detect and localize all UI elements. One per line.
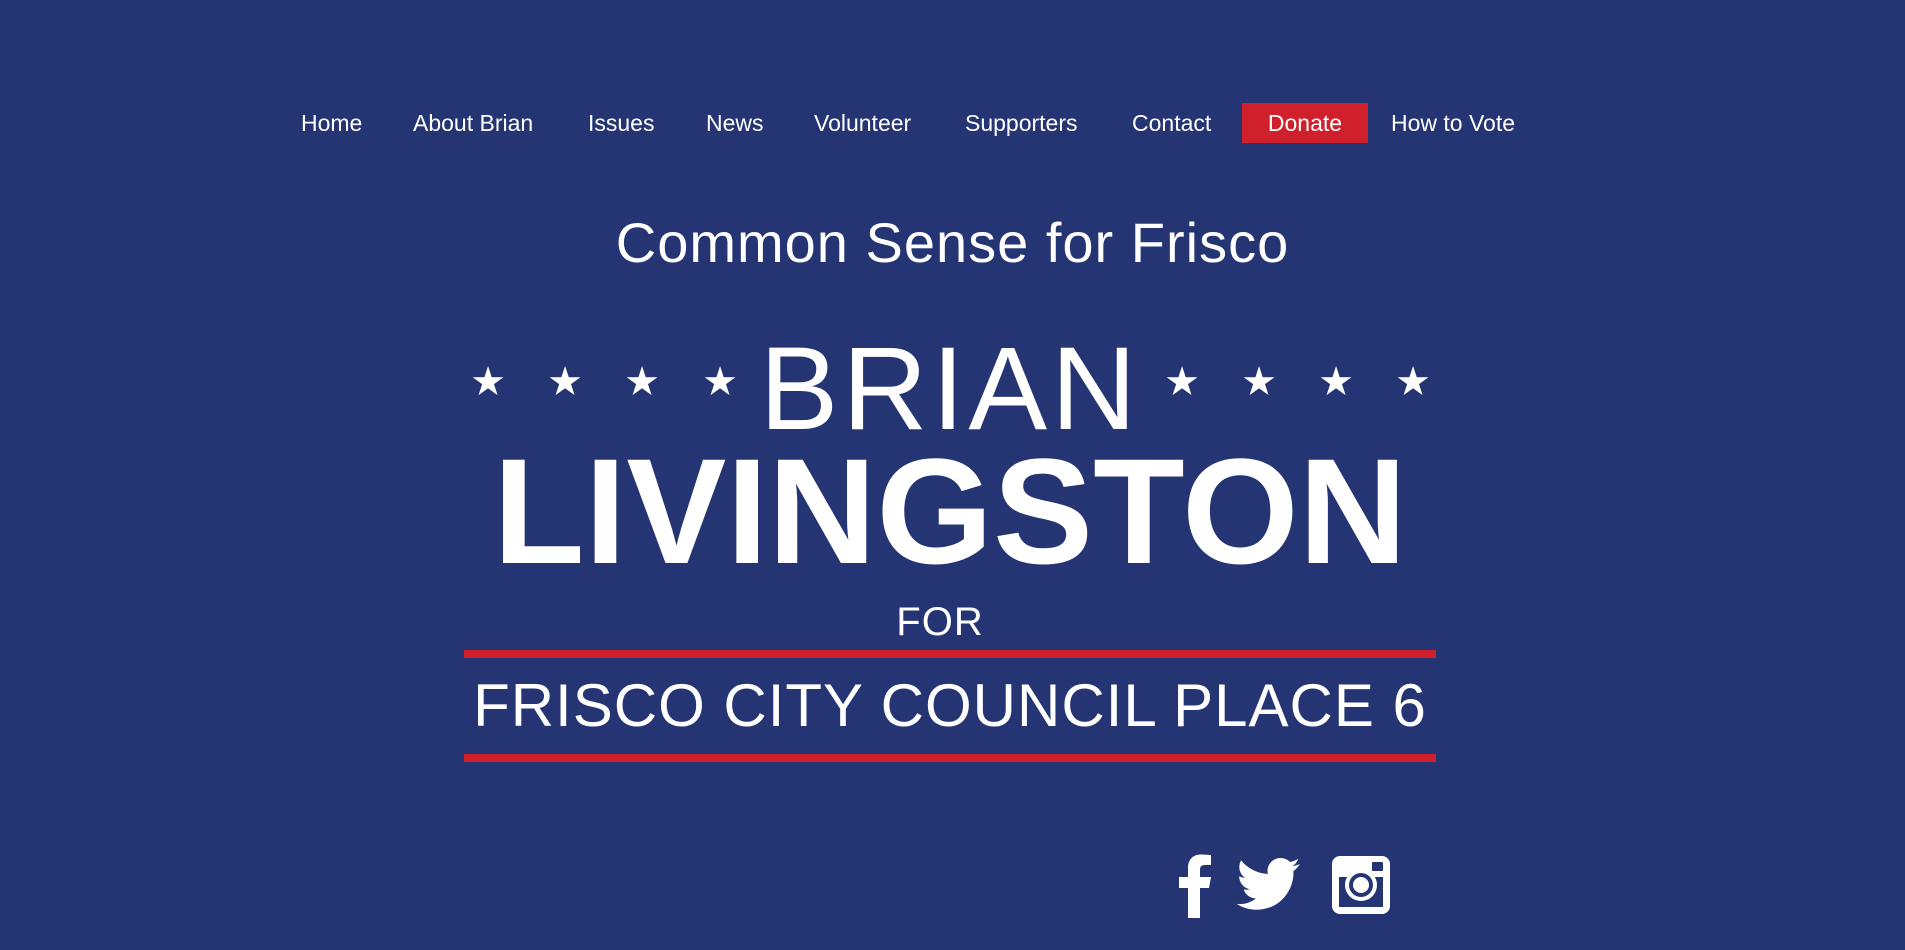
twitter-icon[interactable] — [1236, 850, 1306, 920]
instagram-icon[interactable] — [1328, 850, 1398, 920]
facebook-icon[interactable] — [1160, 850, 1230, 920]
star-icon: ★ — [1318, 360, 1354, 404]
star-icon: ★ — [1241, 360, 1277, 404]
campaign-logo: ★ ★ ★ ★ BRIAN ★ ★ ★ ★ LIVINGSTON FOR FRI… — [460, 320, 1440, 770]
nav-item-about-brian[interactable]: About Brian — [413, 103, 533, 143]
candidate-last-name: LIVINGSTON — [493, 427, 1407, 595]
nav-item-issues[interactable]: Issues — [588, 103, 654, 143]
top-divider — [464, 650, 1436, 658]
page: Home About Brian Issues News Volunteer S… — [0, 0, 1905, 950]
nav-item-home[interactable]: Home — [301, 103, 362, 143]
office-title: FRISCO CITY COUNCIL PLACE 6 — [473, 672, 1427, 739]
nav-item-news[interactable]: News — [706, 103, 764, 143]
bottom-divider — [464, 754, 1436, 762]
tagline: Common Sense for Frisco — [615, 211, 1290, 274]
nav-item-contact[interactable]: Contact — [1132, 103, 1211, 143]
nav-item-volunteer[interactable]: Volunteer — [814, 103, 911, 143]
nav-item-how-to-vote[interactable]: How to Vote — [1391, 103, 1515, 143]
donate-button[interactable]: Donate — [1242, 103, 1368, 143]
for-label: FOR — [896, 600, 984, 644]
star-icon: ★ — [1395, 360, 1431, 404]
star-icon: ★ — [1164, 360, 1200, 404]
social-links — [1160, 850, 1400, 920]
main-nav: Home About Brian Issues News Volunteer S… — [0, 103, 1905, 143]
nav-item-supporters[interactable]: Supporters — [965, 103, 1078, 143]
